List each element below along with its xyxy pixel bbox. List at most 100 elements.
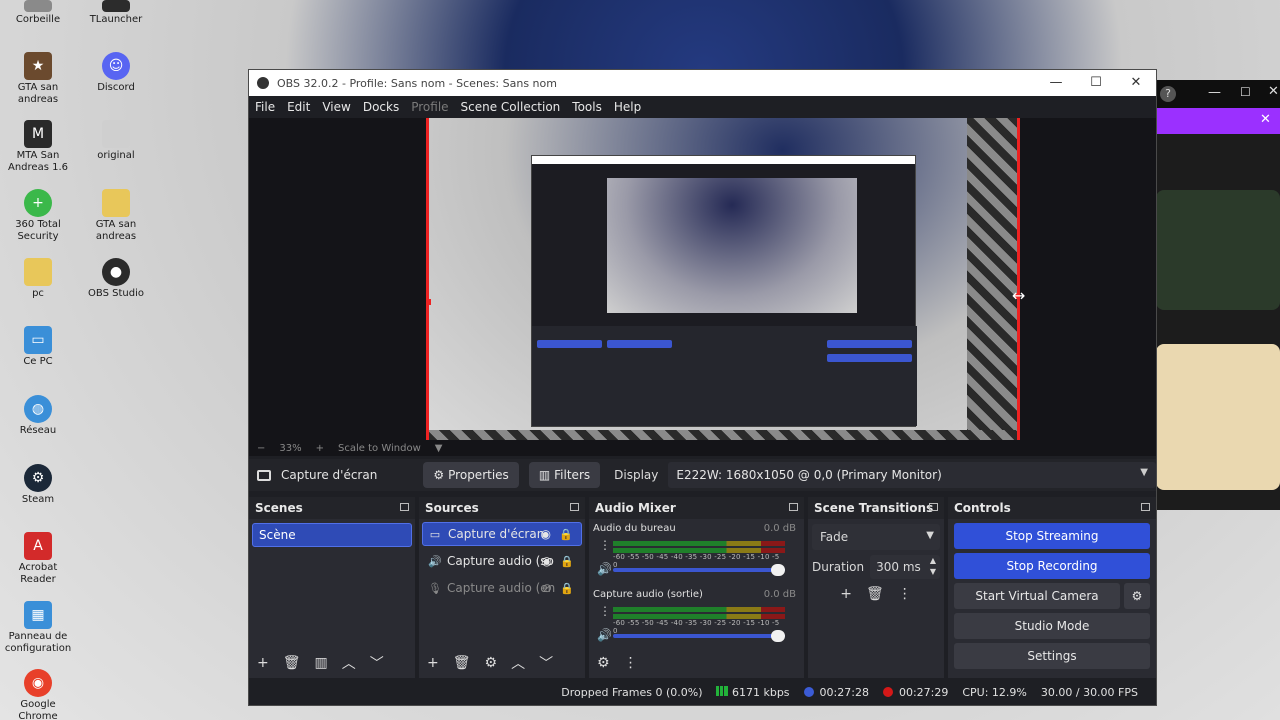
undock-icon[interactable] (929, 503, 938, 511)
chevron-down-icon[interactable]: ▼ (435, 443, 443, 454)
eye-hidden-icon[interactable]: ⊘ (542, 581, 552, 595)
lock-icon[interactable]: 🔒 (560, 555, 574, 568)
move-down-icon[interactable]: ﹀ (539, 653, 553, 673)
menu-view[interactable]: View (322, 100, 350, 114)
source-bound-right[interactable] (1017, 118, 1020, 440)
desktop-icon-recycle-bin[interactable]: Corbeille (0, 0, 76, 26)
display-select[interactable]: E222W: 1680x1050 @ 0,0 (Primary Monitor)… (668, 462, 1156, 488)
desktop-icon-obs[interactable]: ● OBS Studio (78, 258, 154, 300)
desktop-icon-original[interactable]: original (78, 120, 154, 162)
close-icon[interactable]: ✕ (1268, 84, 1279, 99)
more-options-icon[interactable]: ⋮ (898, 586, 912, 602)
desktop-icon-ce-pc[interactable]: ▭ Ce PC (0, 326, 76, 368)
menu-edit[interactable]: Edit (287, 100, 310, 114)
move-up-icon[interactable]: ︿ (511, 653, 525, 673)
menu-file[interactable]: File (255, 100, 275, 114)
undock-icon[interactable] (789, 503, 798, 511)
maximize-button[interactable]: ☐ (1076, 70, 1116, 96)
menu-profile[interactable]: Profile (411, 100, 448, 114)
eye-icon[interactable]: ◉ (542, 554, 552, 568)
desktop-icon-steam[interactable]: ⚙ Steam (0, 464, 76, 506)
media-card[interactable] (1156, 190, 1280, 310)
zoom-in-button[interactable]: + (316, 443, 324, 454)
monitor-icon: ▭ (429, 527, 441, 541)
maximize-icon[interactable]: ☐ (1240, 85, 1251, 99)
filters-button[interactable]: ▥ Filters (528, 462, 601, 488)
desktop-icon-gta-folder[interactable]: GTA san andreas (78, 189, 154, 243)
channel-db: 0.0 dB (763, 523, 796, 534)
close-icon[interactable]: ✕ (1260, 112, 1271, 127)
menu-tools[interactable]: Tools (572, 100, 602, 114)
properties-button[interactable]: ⚙ Properties (423, 462, 519, 488)
media-card[interactable] (1156, 344, 1280, 490)
source-item[interactable]: ▭ Capture d'écran ◉ 🔒 (422, 522, 582, 546)
scene-item[interactable]: Scène (252, 523, 412, 547)
volume-slider[interactable] (613, 630, 785, 642)
start-virtual-camera-button[interactable]: Start Virtual Camera (954, 583, 1120, 609)
add-source-button[interactable]: + (427, 655, 439, 671)
advanced-audio-icon[interactable]: ⚙ (597, 655, 610, 671)
menu-help[interactable]: Help (614, 100, 641, 114)
speaker-icon[interactable]: 🔊 (597, 562, 612, 576)
lock-icon[interactable]: 🔒 (560, 582, 574, 595)
eye-icon[interactable]: ◉ (541, 527, 551, 541)
zoom-out-button[interactable]: − (257, 443, 265, 454)
volume-slider-knob[interactable] (771, 630, 785, 642)
stop-recording-button[interactable]: Stop Recording (954, 553, 1150, 579)
desktop-icon-reseau[interactable]: ◍ Réseau (0, 395, 76, 437)
desktop-icon-mta[interactable]: M MTA San Andreas 1.6 (0, 120, 76, 174)
minimize-icon[interactable]: — (1208, 85, 1221, 100)
spin-arrows-icon[interactable]: ▲ ▼ (930, 555, 936, 577)
desktop-icon-pc[interactable]: pc (0, 258, 76, 300)
undock-icon[interactable] (400, 503, 409, 511)
close-button[interactable]: ✕ (1116, 70, 1156, 96)
menu-bar: File Edit View Docks Profile Scene Colle… (249, 96, 1156, 118)
menu-docks[interactable]: Docks (363, 100, 399, 114)
gear-icon[interactable]: ⚙ (485, 655, 498, 671)
desktop-icon-control-panel[interactable]: ▦ Panneau de configuration (0, 601, 76, 655)
scene-filters-icon[interactable]: ▥ (315, 655, 328, 671)
speaker-icon[interactable]: 🔊 (597, 628, 612, 642)
preview-area[interactable]: ↔ (249, 118, 1156, 440)
scale-mode[interactable]: Scale to Window (338, 443, 421, 454)
duration-spinbox[interactable]: 300 ms ▲ ▼ (870, 555, 940, 579)
more-options-icon[interactable]: ⋮ (624, 655, 638, 671)
record-icon (882, 686, 893, 697)
preview-canvas[interactable] (426, 118, 1020, 440)
trash-icon[interactable]: 🗑 (453, 655, 471, 671)
desktop-icon-360[interactable]: + 360 Total Security (0, 189, 76, 243)
menu-scene-collection[interactable]: Scene Collection (461, 100, 561, 114)
desktop-icon-chrome[interactable]: ◉ Google Chrome (0, 669, 76, 720)
undock-icon[interactable] (1141, 503, 1150, 511)
trash-icon[interactable]: 🗑 (283, 655, 301, 671)
source-item[interactable]: 🔊 Capture audio (so ◉ 🔒 (422, 549, 582, 573)
add-scene-button[interactable]: + (257, 655, 269, 671)
source-bound-left[interactable] (426, 118, 429, 440)
source-item[interactable]: 🎙 Capture audio (en ⊘ 🔒 (422, 576, 582, 600)
lock-icon[interactable]: 🔒 (559, 528, 573, 541)
gear-icon[interactable]: ⚙ (1124, 583, 1150, 609)
desktop-icon-acrobat[interactable]: A Acrobat Reader (0, 532, 76, 586)
minimize-button[interactable]: — (1036, 70, 1076, 96)
scene-transitions-dock: Scene Transitions Fade ▼ Duration 300 ms… (808, 497, 944, 678)
help-icon[interactable]: ? (1160, 86, 1176, 102)
volume-slider[interactable] (613, 564, 785, 576)
add-transition-button[interactable]: + (840, 586, 852, 602)
move-up-icon[interactable]: ︿ (342, 653, 356, 673)
more-options-icon[interactable]: ⋮ (599, 539, 611, 551)
desktop-icon-tlauncher[interactable]: TLauncher (78, 0, 154, 26)
background-app-window[interactable]: ? — ☐ ✕ ✕ (1150, 80, 1280, 510)
studio-mode-button[interactable]: Studio Mode (954, 613, 1150, 639)
desktop-icon-discord[interactable]: ☺ Discord (78, 52, 154, 94)
undock-icon[interactable] (570, 503, 579, 511)
trash-icon[interactable]: 🗑 (866, 586, 884, 602)
resize-handle[interactable] (426, 299, 431, 305)
stop-streaming-button[interactable]: Stop Streaming (954, 523, 1150, 549)
more-options-icon[interactable]: ⋮ (599, 605, 611, 617)
volume-slider-knob[interactable] (771, 564, 785, 576)
settings-button[interactable]: Settings (954, 643, 1150, 669)
nested-obs-preview (531, 155, 917, 427)
transition-select[interactable]: Fade ▼ (812, 524, 940, 550)
move-down-icon[interactable]: ﹀ (370, 653, 384, 673)
desktop-icon-gta[interactable]: ★ GTA san andreas (0, 52, 76, 106)
